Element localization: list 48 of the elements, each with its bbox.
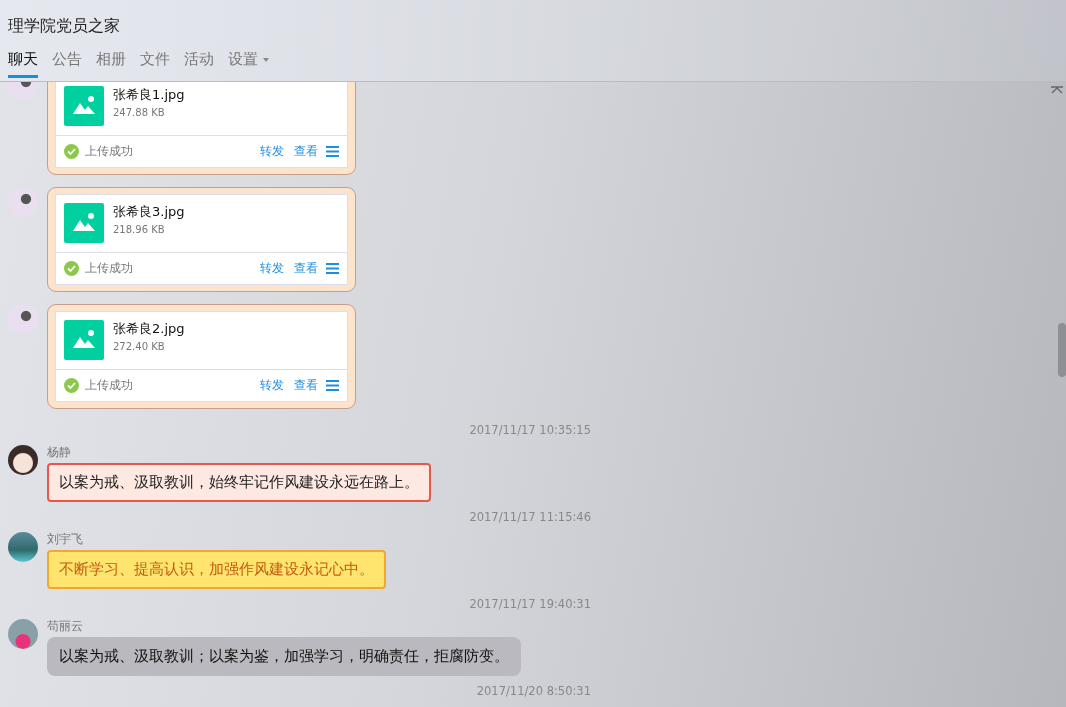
- avatar: [8, 619, 38, 649]
- image-file-icon: [64, 320, 104, 360]
- sender-name: 刘宇飞: [47, 532, 84, 547]
- file-action-link[interactable]: 转发: [258, 377, 286, 394]
- file-name: 张希良2.jpg: [113, 320, 185, 338]
- file-size: 272.40 KB: [113, 341, 166, 352]
- timestamp: 2017/11/17 19:40:31: [469, 597, 591, 611]
- avatar: [8, 187, 38, 217]
- message-bubble: 不断学习、提高认识，加强作风建设永记心中。: [47, 550, 386, 589]
- tab[interactable]: 公告: [52, 50, 82, 78]
- tab[interactable]: 聊天: [8, 50, 38, 78]
- menu-icon[interactable]: [326, 380, 339, 391]
- message-bubble: 以案为戒、汲取教训；以案为鉴，加强学习，明确责任，拒腐防变。: [47, 637, 521, 676]
- file-action-link[interactable]: 转发: [258, 260, 286, 277]
- upload-status: 上传成功: [85, 377, 133, 394]
- avatar: [8, 532, 38, 562]
- avatar: [8, 304, 38, 334]
- check-icon: [64, 144, 79, 159]
- tab[interactable]: 活动: [184, 50, 214, 78]
- scrollbar-thumb[interactable]: [1058, 323, 1066, 377]
- timestamp: 2017/11/20 8:50:31: [476, 684, 591, 698]
- file-action-link[interactable]: 转发: [258, 143, 286, 160]
- menu-icon[interactable]: [326, 146, 339, 157]
- collapse-icon[interactable]: [1051, 86, 1063, 94]
- timestamp: 2017/11/17 10:35:15: [469, 423, 591, 437]
- file-size: 218.96 KB: [113, 224, 166, 235]
- file-size: 247.88 KB: [113, 107, 166, 118]
- window-title: 理学院党员之家: [8, 15, 121, 37]
- image-file-icon: [64, 203, 104, 243]
- sender-name: 杨静: [47, 445, 72, 460]
- file-name: 张希良1.jpg: [113, 86, 185, 104]
- upload-status: 上传成功: [85, 260, 133, 277]
- tab[interactable]: 相册: [96, 50, 126, 78]
- timestamp: 2017/11/17 11:15:46: [469, 510, 591, 524]
- avatar: [8, 445, 38, 475]
- tab[interactable]: 设置: [228, 50, 269, 78]
- upload-status: 上传成功: [85, 143, 133, 160]
- check-icon: [64, 261, 79, 276]
- file-action-link[interactable]: 查看: [292, 143, 320, 160]
- file-action-link[interactable]: 查看: [292, 260, 320, 277]
- message-bubble: 以案为戒、汲取教训，始终牢记作风建设永远在路上。: [47, 463, 431, 502]
- file-name: 张希良3.jpg: [113, 203, 185, 221]
- sender-name: 苟丽云: [47, 619, 84, 634]
- check-icon: [64, 378, 79, 393]
- image-file-icon: [64, 86, 104, 126]
- tab[interactable]: 文件: [140, 50, 170, 78]
- file-action-link[interactable]: 查看: [292, 377, 320, 394]
- menu-icon[interactable]: [326, 263, 339, 274]
